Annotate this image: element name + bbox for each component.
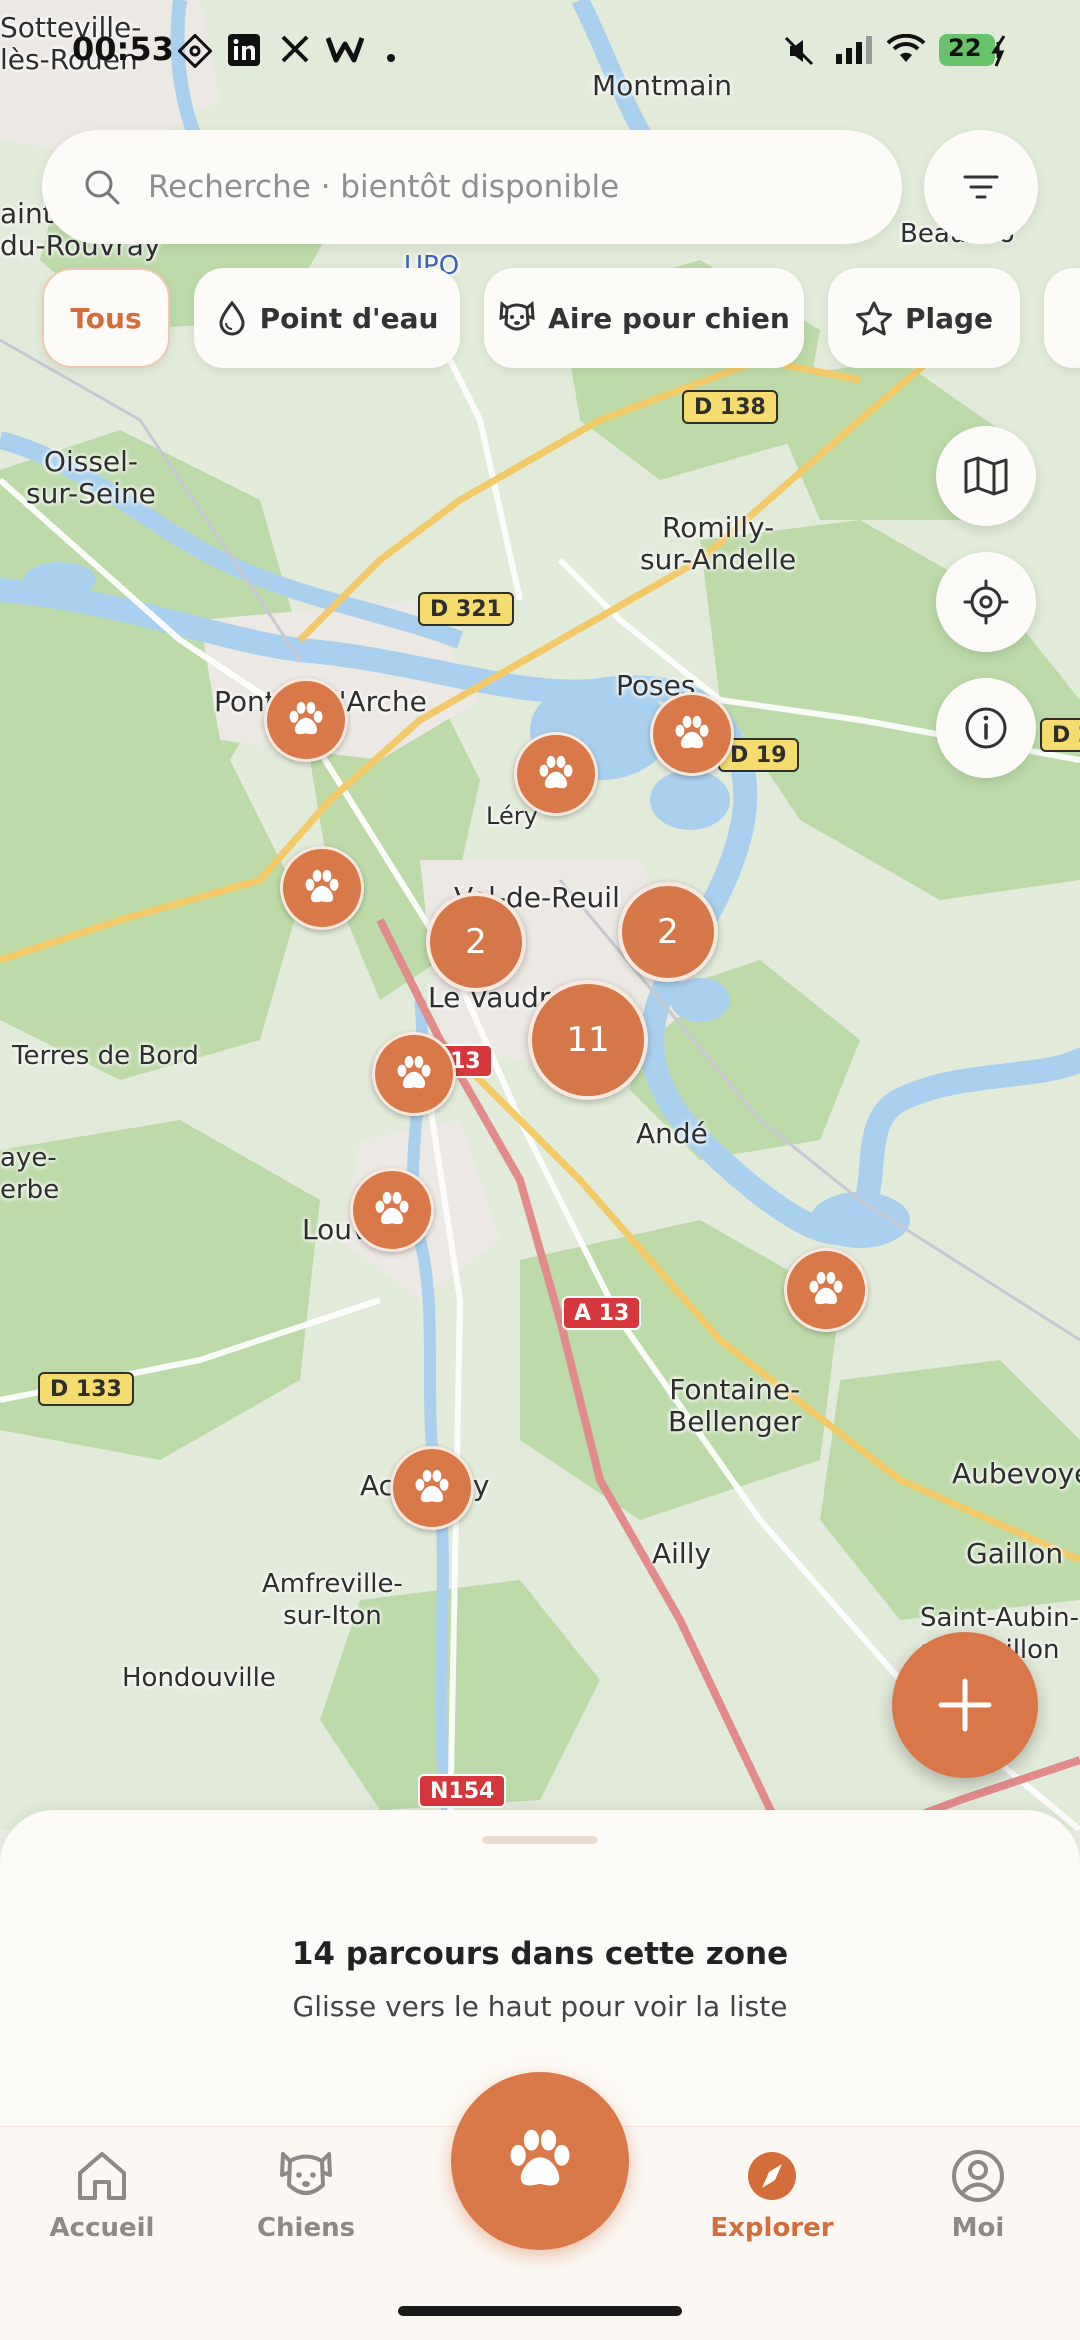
search-icon — [85, 170, 120, 205]
place-label: Hondouville — [122, 1663, 276, 1693]
road-label: D 321 — [418, 592, 514, 626]
sheet-subtitle: Glisse vers le haut pour voir la liste — [292, 1990, 788, 2023]
battery-icon: 22 — [938, 32, 1008, 72]
paw-icon — [415, 1469, 449, 1503]
tab-label: Accueil — [49, 2213, 155, 2243]
tab-label: Chiens — [256, 2213, 356, 2243]
star-icon — [855, 301, 892, 336]
dog-face-icon — [499, 301, 535, 331]
road-label: N154 — [418, 1774, 507, 1808]
place-label: Ailly — [652, 1537, 712, 1570]
map-layers-icon — [964, 456, 1008, 496]
tab-chiens[interactable]: Chiens — [226, 2149, 386, 2243]
cluster-marker[interactable]: 2 — [618, 882, 718, 982]
paw-marker[interactable] — [350, 1168, 434, 1252]
place-label: aye-erbe — [0, 1143, 60, 1205]
filter-button[interactable] — [924, 130, 1038, 244]
compass-icon — [748, 2152, 796, 2200]
chip-label: Plage — [904, 301, 994, 335]
paw-marker[interactable] — [784, 1248, 868, 1332]
cluster-marker[interactable]: 2 — [426, 892, 526, 992]
x-icon — [280, 34, 310, 68]
chip-point-deau[interactable]: Point d'eau — [194, 268, 460, 368]
chip-label: Point d'eau — [259, 301, 439, 335]
paw-marker[interactable] — [514, 732, 598, 816]
search-input[interactable]: Recherche · bientôt disponible — [42, 130, 902, 244]
road-label: D 133 — [38, 1372, 134, 1406]
tab-accueil[interactable]: Accueil — [22, 2149, 182, 2243]
paw-icon — [510, 2129, 570, 2186]
paw-icon — [375, 1191, 409, 1225]
place-label: Fontaine- Bellenger — [668, 1373, 802, 1438]
app-notification-icon — [177, 33, 213, 72]
wifi-icon — [886, 33, 926, 70]
chip-label: Tous — [70, 301, 142, 335]
info-button[interactable] — [936, 678, 1036, 778]
paw-icon — [675, 715, 709, 749]
more-dot-icon — [386, 48, 396, 67]
info-icon — [965, 707, 1007, 749]
tab-label: Moi — [951, 2213, 1005, 2243]
place-label: Andé — [636, 1117, 708, 1150]
chip-plage[interactable]: Plage — [828, 268, 1020, 368]
paw-icon — [397, 1055, 431, 1089]
chip-tous[interactable]: Tous — [42, 268, 170, 368]
chip-label: Aire pour chien — [548, 301, 790, 335]
add-icon — [938, 1678, 992, 1732]
paw-icon — [809, 1271, 843, 1305]
paw-icon — [305, 869, 339, 903]
place-label: Gaillon — [966, 1537, 1064, 1570]
filter-icon — [963, 175, 999, 199]
place-label: Romilly-sur-Andelle — [640, 511, 797, 576]
place-label: Amfreville-sur-Iton — [262, 1569, 403, 1631]
w-app-icon — [325, 34, 365, 68]
linkedin-icon — [228, 34, 260, 70]
place-label: Aubevoye — [952, 1457, 1080, 1490]
place-label: Oissel-sur-Seine — [26, 445, 156, 510]
sheet-title: 14 parcours dans cette zone — [291, 1936, 789, 1972]
home-indicator[interactable] — [398, 2306, 682, 2316]
battery-level: 22 — [948, 34, 982, 62]
add-button[interactable] — [892, 1632, 1038, 1778]
paw-icon — [289, 701, 323, 735]
sheet-drag-handle[interactable] — [482, 1836, 598, 1844]
map-layers-button[interactable] — [936, 426, 1036, 526]
road-label: D 138 — [682, 390, 778, 424]
paw-icon — [539, 755, 573, 789]
road-label: D 2 — [1040, 718, 1080, 752]
paw-marker[interactable] — [650, 692, 734, 776]
status-bar: 00:53 22 — [0, 20, 1080, 90]
tab-moi[interactable]: Moi — [898, 2149, 1058, 2243]
status-time: 00:53 — [72, 30, 174, 68]
paw-marker[interactable] — [390, 1446, 474, 1530]
dog-icon — [280, 2152, 332, 2195]
chip-aire-pour-chien[interactable]: Aire pour chien — [484, 268, 804, 368]
home-icon — [78, 2152, 126, 2200]
locate-me-button[interactable] — [936, 552, 1036, 652]
center-paw-button[interactable] — [451, 2072, 629, 2250]
paw-marker[interactable] — [264, 678, 348, 762]
paw-marker[interactable] — [372, 1032, 456, 1116]
tab-explorer[interactable]: Explorer — [692, 2149, 852, 2243]
signal-icon — [834, 34, 874, 70]
chip-more[interactable] — [1044, 268, 1080, 368]
paw-marker[interactable] — [280, 846, 364, 930]
tab-label: Explorer — [710, 2213, 834, 2243]
profile-icon — [952, 2150, 1004, 2202]
place-label: Terres de Bord — [12, 1041, 199, 1071]
cluster-marker[interactable]: 11 — [528, 980, 648, 1100]
search-placeholder: Recherche · bientôt disponible — [148, 169, 620, 205]
road-label: A 13 — [562, 1296, 642, 1330]
water-drop-icon — [219, 300, 245, 336]
locate-me-icon — [963, 579, 1009, 625]
mute-icon — [782, 34, 816, 72]
